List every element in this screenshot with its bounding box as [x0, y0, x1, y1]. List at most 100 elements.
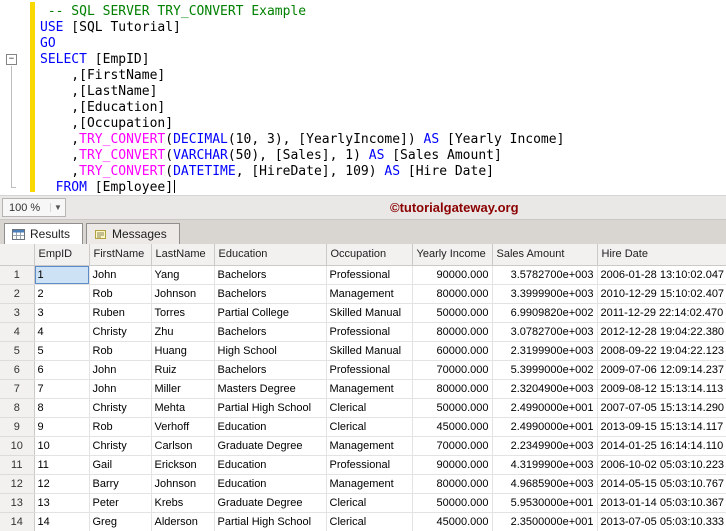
cell[interactable]: 50000.000 — [412, 303, 493, 323]
cell[interactable]: Clerical — [326, 417, 413, 437]
column-header-hire-date[interactable]: Hire Date — [597, 244, 726, 266]
cell[interactable]: Management — [326, 284, 413, 304]
cell[interactable]: 3.0782700e+003 — [492, 322, 598, 342]
row-number[interactable]: 8 — [0, 398, 35, 418]
cell[interactable]: 45000.000 — [412, 512, 493, 531]
cell[interactable]: Professional — [326, 265, 413, 285]
cell[interactable]: Yang — [151, 265, 215, 285]
cell[interactable]: Carlson — [151, 436, 215, 456]
column-header-sales-amount[interactable]: Sales Amount — [492, 244, 598, 266]
cell[interactable]: Bachelors — [214, 322, 327, 342]
cell[interactable]: 11 — [34, 455, 90, 475]
cell[interactable]: Bachelors — [214, 360, 327, 380]
cell[interactable]: High School — [214, 341, 327, 361]
cell[interactable]: Rob — [89, 284, 152, 304]
cell[interactable]: Masters Degree — [214, 379, 327, 399]
cell[interactable]: 2.2349900e+003 — [492, 436, 598, 456]
cell[interactable]: Partial College — [214, 303, 327, 323]
cell[interactable]: 45000.000 — [412, 417, 493, 437]
cell[interactable]: Mehta — [151, 398, 215, 418]
cell[interactable]: Partial High School — [214, 398, 327, 418]
cell[interactable]: John — [89, 379, 152, 399]
zoom-dropdown[interactable]: 100 % ▼ — [2, 198, 66, 217]
cell[interactable]: 10 — [34, 436, 90, 456]
cell[interactable]: Graduate Degree — [214, 436, 327, 456]
row-number[interactable]: 14 — [0, 512, 35, 531]
cell[interactable]: 1 — [34, 265, 90, 285]
cell[interactable]: John — [89, 360, 152, 380]
column-header-firstname[interactable]: FirstName — [89, 244, 152, 266]
cell[interactable]: Professional — [326, 455, 413, 475]
row-number[interactable]: 3 — [0, 303, 35, 323]
cell[interactable]: 3 — [34, 303, 90, 323]
cell[interactable]: 6.9909820e+002 — [492, 303, 598, 323]
tab-results[interactable]: Results — [4, 223, 84, 244]
cell[interactable]: Ruiz — [151, 360, 215, 380]
row-number[interactable]: 13 — [0, 493, 35, 513]
row-number[interactable]: 7 — [0, 379, 35, 399]
cell[interactable]: Management — [326, 474, 413, 494]
cell[interactable]: 4.3199900e+003 — [492, 455, 598, 475]
cell[interactable]: Skilled Manual — [326, 303, 413, 323]
cell[interactable]: John — [89, 265, 152, 285]
cell[interactable]: 8 — [34, 398, 90, 418]
row-number[interactable]: 4 — [0, 322, 35, 342]
cell[interactable]: Krebs — [151, 493, 215, 513]
row-number[interactable]: 10 — [0, 436, 35, 456]
cell[interactable]: Education — [214, 474, 327, 494]
cell[interactable]: 2007-07-05 15:13:14.290 — [597, 398, 726, 418]
cell[interactable]: 2013-09-15 15:13:14.117 — [597, 417, 726, 437]
cell[interactable]: Professional — [326, 322, 413, 342]
cell[interactable]: Professional — [326, 360, 413, 380]
cell[interactable]: 90000.000 — [412, 455, 493, 475]
cell[interactable]: 9 — [34, 417, 90, 437]
sql-code[interactable]: -- SQL SERVER TRY_CONVERT Example USE [SQ… — [40, 4, 726, 195]
cell[interactable]: Skilled Manual — [326, 341, 413, 361]
cell[interactable]: 5 — [34, 341, 90, 361]
column-header-lastname[interactable]: LastName — [151, 244, 215, 266]
row-number[interactable]: 6 — [0, 360, 35, 380]
query-editor[interactable]: − -- SQL SERVER TRY_CONVERT Example USE [… — [0, 0, 726, 196]
row-number[interactable]: 2 — [0, 284, 35, 304]
column-header-empid[interactable]: EmpID — [34, 244, 90, 266]
cell[interactable]: Rob — [89, 417, 152, 437]
cell[interactable]: 4.9685900e+003 — [492, 474, 598, 494]
cell[interactable]: 2.4990000e+001 — [492, 398, 598, 418]
cell[interactable]: Clerical — [326, 512, 413, 531]
cell[interactable]: 50000.000 — [412, 398, 493, 418]
cell[interactable]: Huang — [151, 341, 215, 361]
cell[interactable]: 80000.000 — [412, 379, 493, 399]
chevron-down-icon[interactable]: ▼ — [50, 203, 65, 212]
cell[interactable]: 2 — [34, 284, 90, 304]
cell[interactable]: 6 — [34, 360, 90, 380]
cell[interactable]: Management — [326, 436, 413, 456]
row-number[interactable]: 9 — [0, 417, 35, 437]
cell[interactable]: Partial High School — [214, 512, 327, 531]
cell[interactable]: Education — [214, 455, 327, 475]
cell[interactable]: Zhu — [151, 322, 215, 342]
cell[interactable]: 80000.000 — [412, 284, 493, 304]
cell[interactable]: 2009-08-12 15:13:14.113 — [597, 379, 726, 399]
cell[interactable]: Education — [214, 417, 327, 437]
row-number[interactable]: 1 — [0, 265, 35, 285]
tab-messages[interactable]: Messages — [86, 223, 180, 244]
cell[interactable]: Miller — [151, 379, 215, 399]
cell[interactable]: 2014-05-15 05:03:10.767 — [597, 474, 726, 494]
cell[interactable]: Barry — [89, 474, 152, 494]
cell[interactable]: 2013-01-14 05:03:10.367 — [597, 493, 726, 513]
cell[interactable]: 14 — [34, 512, 90, 531]
cell[interactable]: Management — [326, 379, 413, 399]
cell[interactable]: 7 — [34, 379, 90, 399]
cell[interactable]: Verhoff — [151, 417, 215, 437]
cell[interactable]: 2009-07-06 12:09:14.237 — [597, 360, 726, 380]
cell[interactable]: 2006-10-02 05:03:10.223 — [597, 455, 726, 475]
cell[interactable]: Bachelors — [214, 265, 327, 285]
cell[interactable]: 80000.000 — [412, 322, 493, 342]
cell[interactable]: 3.5782700e+003 — [492, 265, 598, 285]
cell[interactable]: 70000.000 — [412, 436, 493, 456]
cell[interactable]: Torres — [151, 303, 215, 323]
cell[interactable]: Greg — [89, 512, 152, 531]
cell[interactable]: Alderson — [151, 512, 215, 531]
cell[interactable]: 2.4990000e+001 — [492, 417, 598, 437]
cell[interactable]: Rob — [89, 341, 152, 361]
